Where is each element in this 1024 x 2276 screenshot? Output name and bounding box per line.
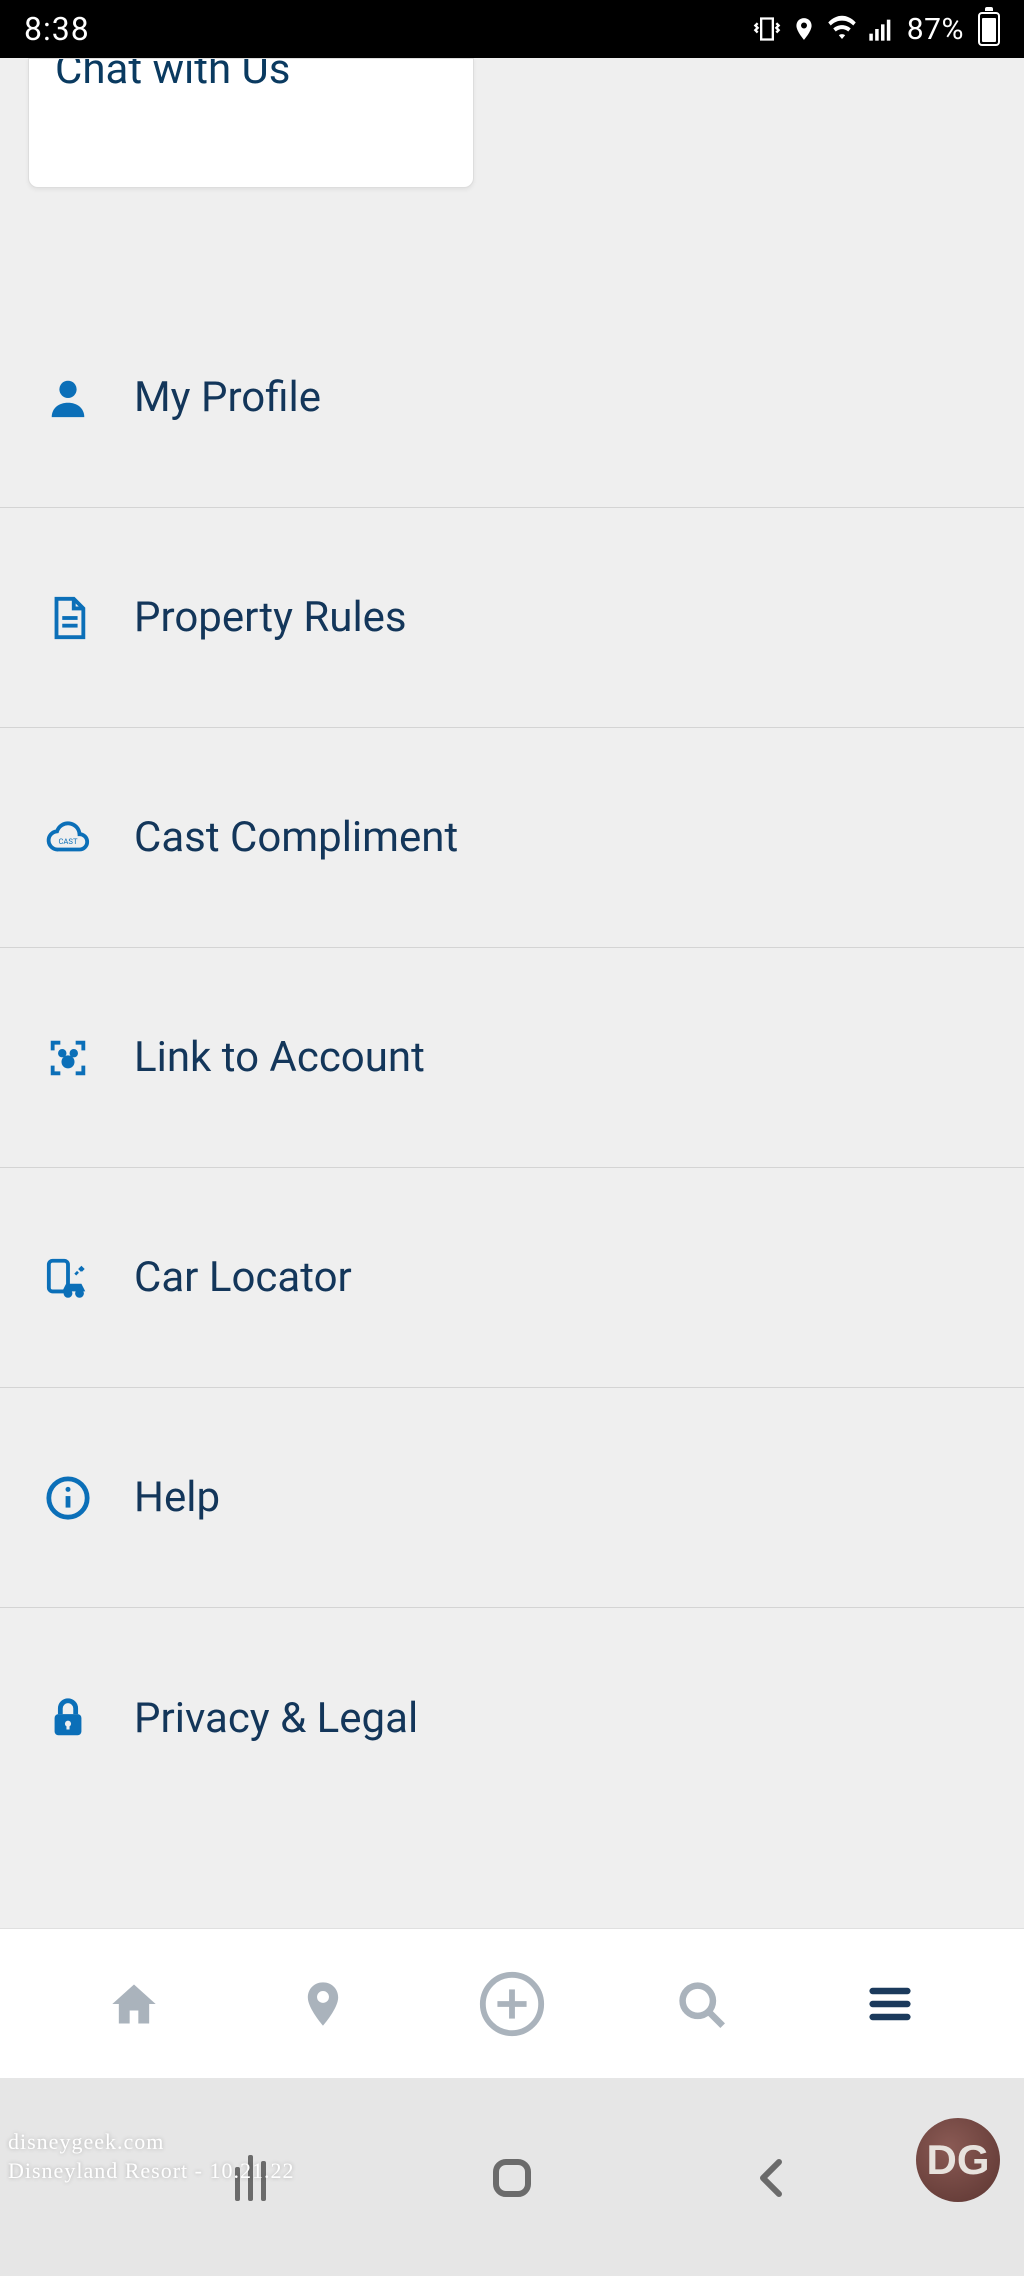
cloud-icon: CAST (44, 814, 92, 862)
sys-back-button[interactable] (743, 2148, 803, 2208)
menu-item-label: My Profile (134, 373, 321, 422)
menu-item-label: Car Locator (134, 1253, 352, 1302)
menu-item-help[interactable]: Help (0, 1388, 1024, 1608)
signal-icon (867, 15, 895, 43)
dg-logo: DG (916, 2118, 1000, 2202)
menu-item-label: Cast Compliment (134, 813, 458, 862)
app-bottom-nav (0, 1928, 1024, 2078)
watermark: disneygeek.com Disneyland Resort - 10.21… (8, 2128, 294, 2185)
watermark-line1: disneygeek.com (8, 2128, 294, 2157)
sys-home-button[interactable] (482, 2148, 542, 2208)
person-icon (44, 374, 92, 422)
status-bar: 8:38 87% (0, 0, 1024, 58)
nav-map[interactable] (288, 1969, 358, 2039)
menu-item-link-account[interactable]: Link to Account (0, 948, 1024, 1168)
menu-item-label: Property Rules (134, 593, 407, 642)
car-icon (44, 1254, 92, 1302)
status-time: 8:38 (24, 10, 90, 48)
menu-item-my-profile[interactable]: My Profile (0, 288, 1024, 508)
document-icon (44, 594, 92, 642)
menu-item-cast-compliment[interactable]: CAST Cast Compliment (0, 728, 1024, 948)
chat-card[interactable]: Chat with Us (28, 58, 474, 188)
nav-home[interactable] (99, 1969, 169, 2039)
menu-item-label: Privacy & Legal (134, 1694, 418, 1743)
battery-percentage: 87% (907, 12, 964, 47)
menu-item-property-rules[interactable]: Property Rules (0, 508, 1024, 728)
settings-menu: My Profile Property Rules CAST Cast Comp… (0, 288, 1024, 1828)
menu-item-car-locator[interactable]: Car Locator (0, 1168, 1024, 1388)
nav-add[interactable] (477, 1969, 547, 2039)
scan-mickey-icon (44, 1034, 92, 1082)
location-icon (791, 16, 817, 42)
vibrate-icon (753, 15, 781, 43)
svg-text:CAST: CAST (58, 836, 78, 845)
watermark-line2: Disneyland Resort - 10.21.22 (8, 2157, 294, 2186)
nav-menu[interactable] (855, 1969, 925, 2039)
menu-item-privacy-legal[interactable]: Privacy & Legal (0, 1608, 1024, 1828)
nav-search[interactable] (666, 1969, 736, 2039)
lock-icon (44, 1694, 92, 1742)
info-icon (44, 1474, 92, 1522)
battery-icon (978, 12, 1000, 46)
menu-item-label: Help (134, 1473, 220, 1522)
menu-item-label: Link to Account (134, 1033, 425, 1082)
wifi-icon (827, 14, 857, 44)
status-icons: 87% (753, 12, 1000, 47)
chat-card-title: Chat with Us (55, 58, 447, 94)
